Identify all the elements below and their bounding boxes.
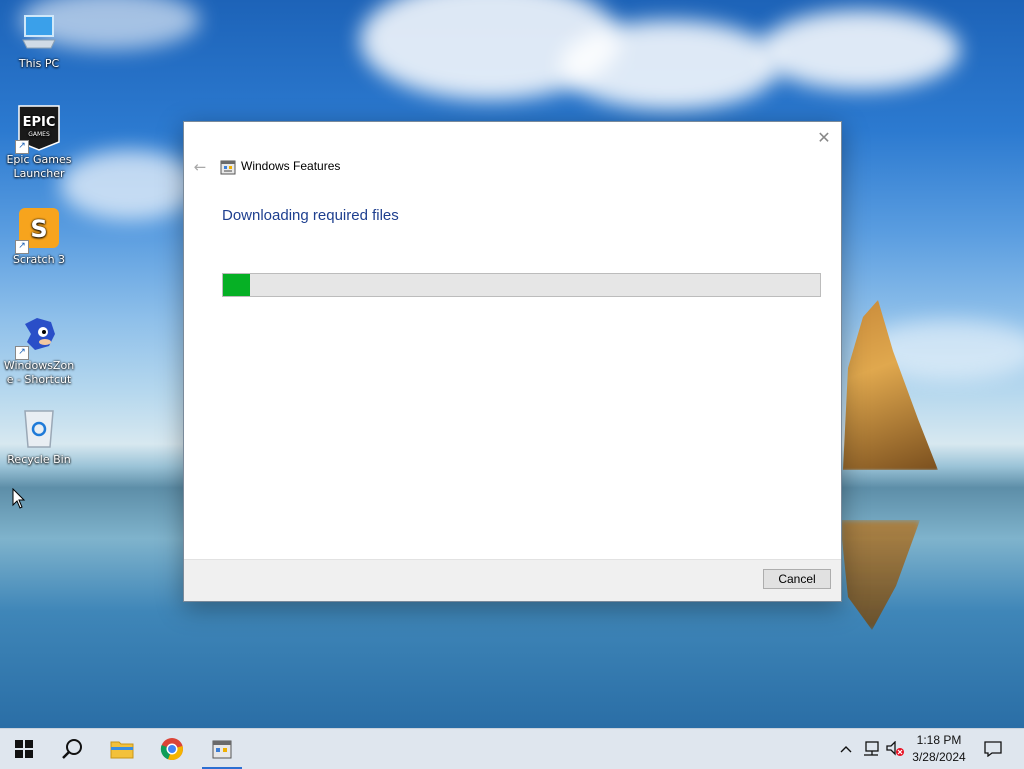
desktop-icon-label: This PC [18,57,60,70]
taskbar-clock[interactable]: 1:18 PM 3/28/2024 [905,731,973,767]
desktop-icon-label: Scratch 3 [12,253,66,266]
rock-reflection [840,520,920,630]
back-button[interactable]: ← [190,158,210,176]
desktop-icon-label: Recycle Bin [7,453,71,466]
dialog-title: Windows Features [241,159,341,173]
svg-text:S: S [30,215,47,243]
close-button[interactable]: ✕ [813,126,835,148]
cancel-button[interactable]: Cancel [763,569,831,589]
chrome-button[interactable] [148,729,196,769]
desktop-icon-label: WindowsZone - Shortcut [3,359,75,386]
shortcut-arrow-icon: ↗ [15,140,29,154]
windows-features-icon [220,160,236,175]
windows-features-taskbar-button[interactable] [198,729,246,769]
scratch-icon: S ↗ [15,206,61,254]
network-icon [864,741,879,756]
desktop-icon-recycle-bin[interactable]: Recycle Bin [2,406,76,467]
epic-games-icon: EPIC GAMES ↗ [15,105,61,154]
network-button[interactable] [860,729,882,769]
search-icon [62,739,82,759]
desktop-icon-windowszone[interactable]: ↗ WindowsZone - Shortcut [2,312,76,387]
file-explorer-icon [110,741,134,759]
desktop-icon-label: Epic Games Launcher [6,153,72,180]
clock-time: 1:18 PM [916,733,962,747]
recycle-bin-icon [17,406,61,450]
computer-icon [17,10,61,54]
progress-bar-fill [223,274,250,296]
chevron-up-icon [840,746,852,753]
progress-bar [222,273,821,297]
volume-muted-icon [886,741,904,756]
svg-text:GAMES: GAMES [28,131,50,138]
windows-features-icon [212,740,232,759]
start-button[interactable] [0,729,48,769]
search-button[interactable] [48,729,96,769]
shortcut-arrow-icon: ↗ [15,346,29,360]
dialog-heading: Downloading required files [222,207,399,224]
desktop-icon-epic-games[interactable]: EPIC GAMES ↗ Epic Games Launcher [2,105,76,181]
desktop-background: This PC EPIC GAMES ↗ Epic Games Launcher… [0,0,1024,728]
chrome-icon [160,738,183,761]
close-icon: ✕ [817,127,831,147]
file-explorer-button[interactable] [98,729,146,769]
shortcut-arrow-icon: ↗ [15,240,29,254]
taskbar: 1:18 PM 3/28/2024 [0,728,1024,769]
cloud [560,20,780,110]
mouse-cursor-icon [12,488,26,509]
dialog-footer: Cancel [184,559,841,601]
svg-text:EPIC: EPIC [23,115,56,130]
clock-date: 3/28/2024 [912,750,966,764]
cloud [760,10,960,90]
cloud [60,150,200,220]
windows-features-dialog: ✕ ← Windows Features Downloading require… [183,121,842,602]
desktop-icon-scratch[interactable]: S ↗ Scratch 3 [2,206,76,267]
back-arrow-icon: ← [193,158,207,176]
volume-button[interactable] [884,729,906,769]
sonic-icon: ↗ [15,312,61,360]
action-center-button[interactable] [978,729,1008,769]
desktop-icon-this-pc[interactable]: This PC [2,10,76,71]
show-hidden-icons-button[interactable] [836,729,856,769]
notification-icon [984,741,1002,757]
windows-start-icon [15,740,33,758]
